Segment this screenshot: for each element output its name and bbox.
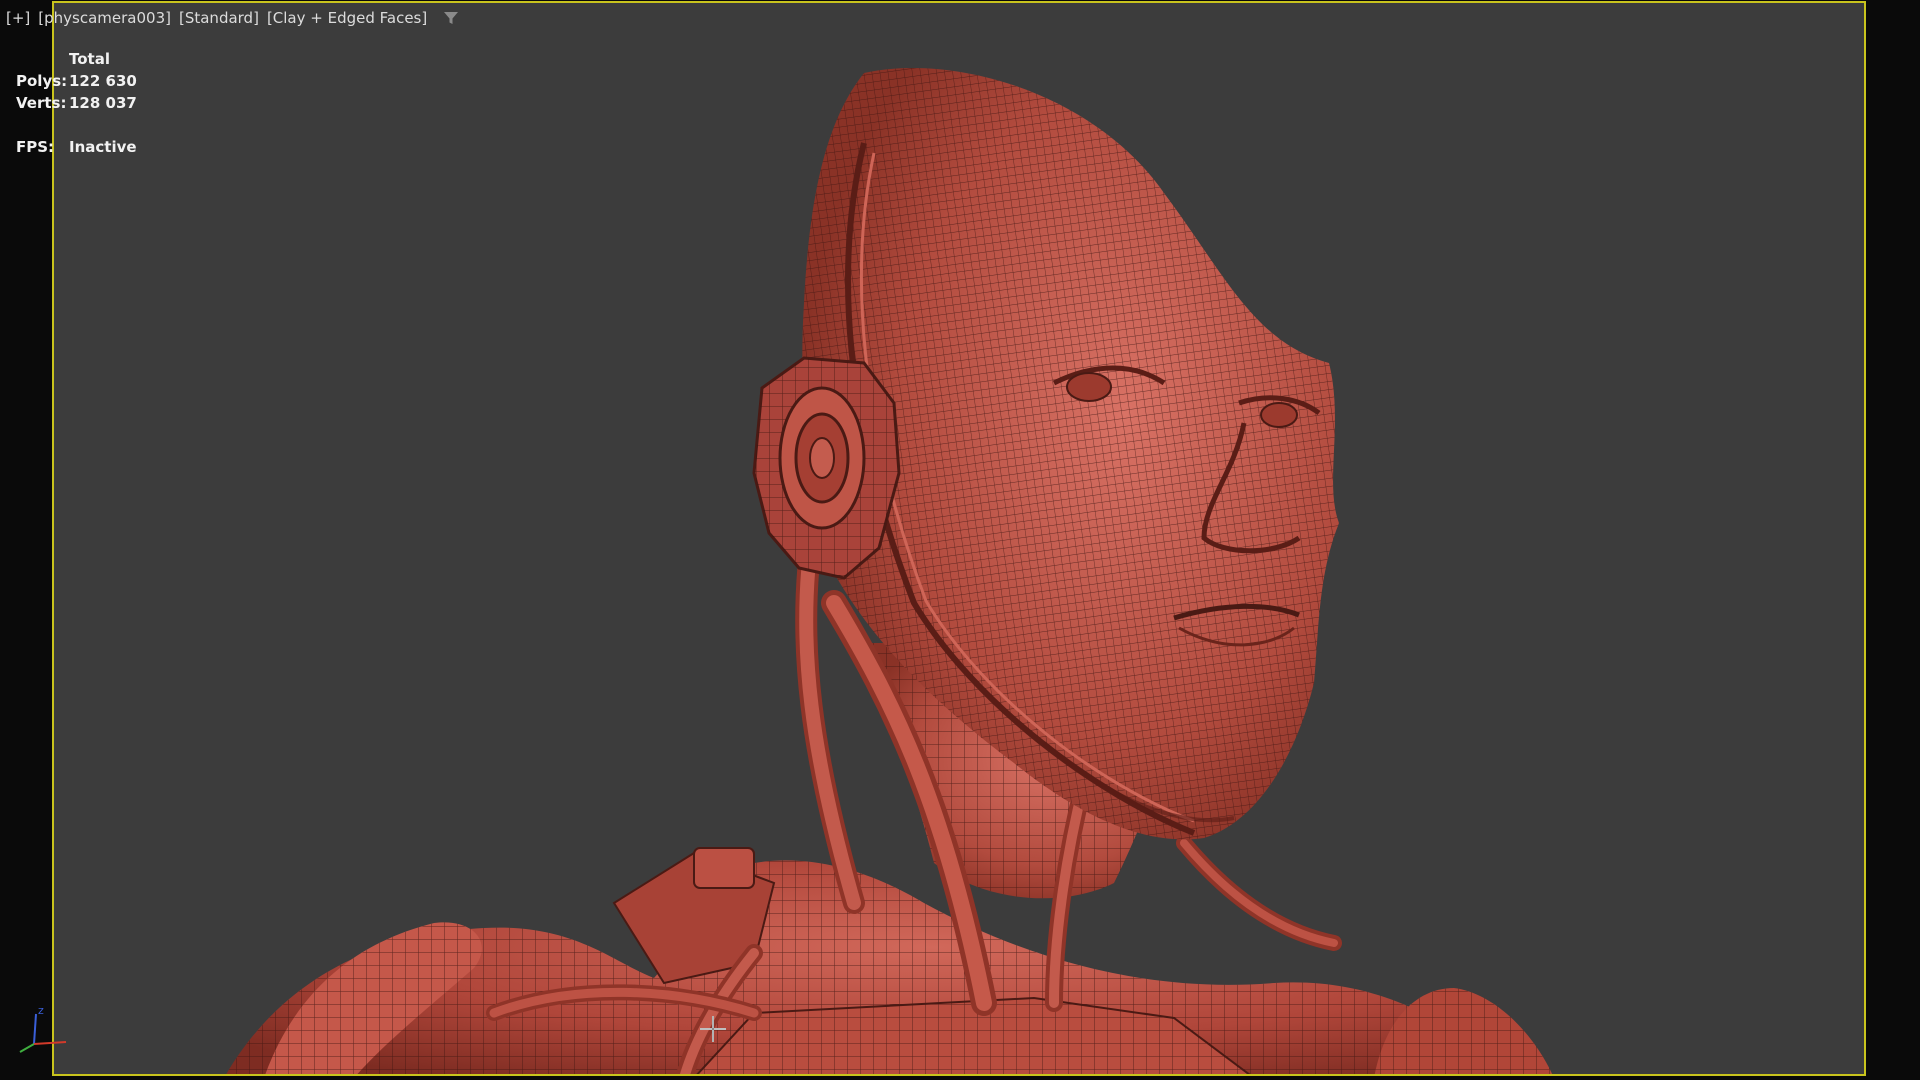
- viewport[interactable]: [+] [physcamera003] [Standard] [Clay + E…: [0, 0, 1920, 1080]
- filter-icon[interactable]: [443, 10, 459, 26]
- viewport-plus-menu[interactable]: [+]: [4, 9, 32, 27]
- stats-polys-label: Polys:: [16, 72, 68, 90]
- viewport-camera-menu[interactable]: [physcamera003]: [36, 9, 173, 27]
- viewport-shading-menu[interactable]: [Clay + Edged Faces]: [265, 9, 429, 27]
- stats-verts-value: 128 037: [69, 94, 137, 112]
- statistics-overlay: Total Polys: 122 630 Verts: 128 037 FPS: In…: [16, 48, 137, 158]
- axis-tripod-icon: z: [19, 1004, 67, 1053]
- crosshair-cursor-icon: [700, 1016, 726, 1042]
- safe-frame[interactable]: [52, 1, 1866, 1076]
- axis-z-label: z: [38, 1004, 44, 1017]
- viewport-label-bar: [+] [physcamera003] [Standard] [Clay + E…: [4, 8, 459, 28]
- ear-device: [752, 356, 901, 580]
- stats-total-header: Total: [69, 50, 110, 68]
- viewport-render-scene: [226, 68, 1553, 1074]
- stats-fps-label: FPS:: [16, 138, 55, 156]
- stats-polys-value: 122 630: [69, 72, 137, 90]
- body-mesh: [226, 847, 1553, 1074]
- stats-fps-value: Inactive: [69, 138, 137, 156]
- viewport-mode-menu[interactable]: [Standard]: [177, 9, 261, 27]
- stats-verts-label: Verts:: [16, 94, 67, 112]
